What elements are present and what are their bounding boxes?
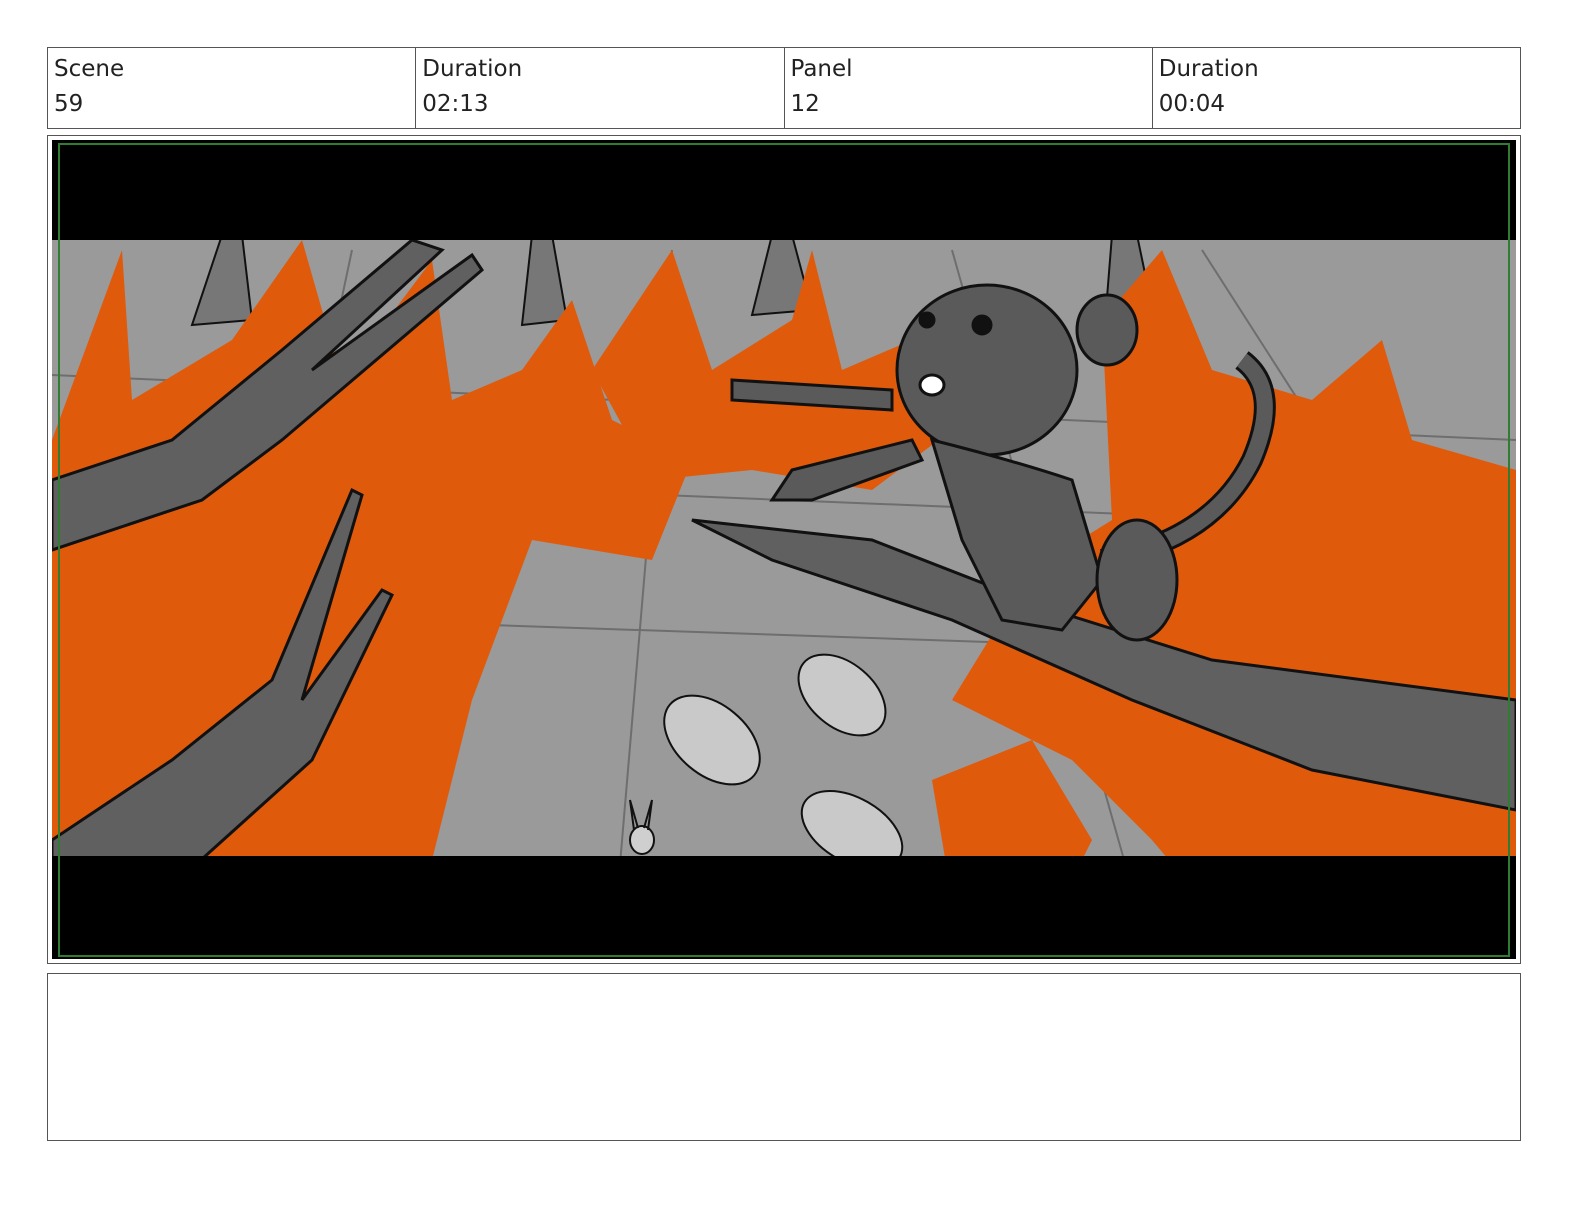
scene-duration-value: 02:13 — [422, 91, 489, 117]
storyboard-panel — [47, 135, 1521, 964]
panel-cell: Panel 12 — [785, 48, 1153, 128]
panel-notes[interactable] — [47, 973, 1521, 1141]
scene-duration-label: Duration — [422, 56, 523, 82]
scene-number: 59 — [54, 91, 84, 117]
panel-duration-cell: Duration 00:04 — [1153, 48, 1520, 128]
panel-duration-label: Duration — [1158, 56, 1259, 82]
scene-duration-cell: Duration 02:13 — [416, 48, 785, 128]
panel-duration-value: 00:04 — [1158, 91, 1226, 117]
letterbox-bottom — [52, 856, 1516, 959]
panel-number: 12 — [790, 91, 820, 117]
panel-illustration — [52, 140, 1516, 959]
scene-info-table: Scene 59 Duration 02:13 Panel 12 Duratio… — [47, 47, 1521, 129]
letterbox-top — [52, 140, 1516, 240]
panel-label: Panel — [790, 56, 853, 82]
scene-label: Scene — [54, 56, 125, 82]
scene-cell: Scene 59 — [48, 48, 417, 128]
